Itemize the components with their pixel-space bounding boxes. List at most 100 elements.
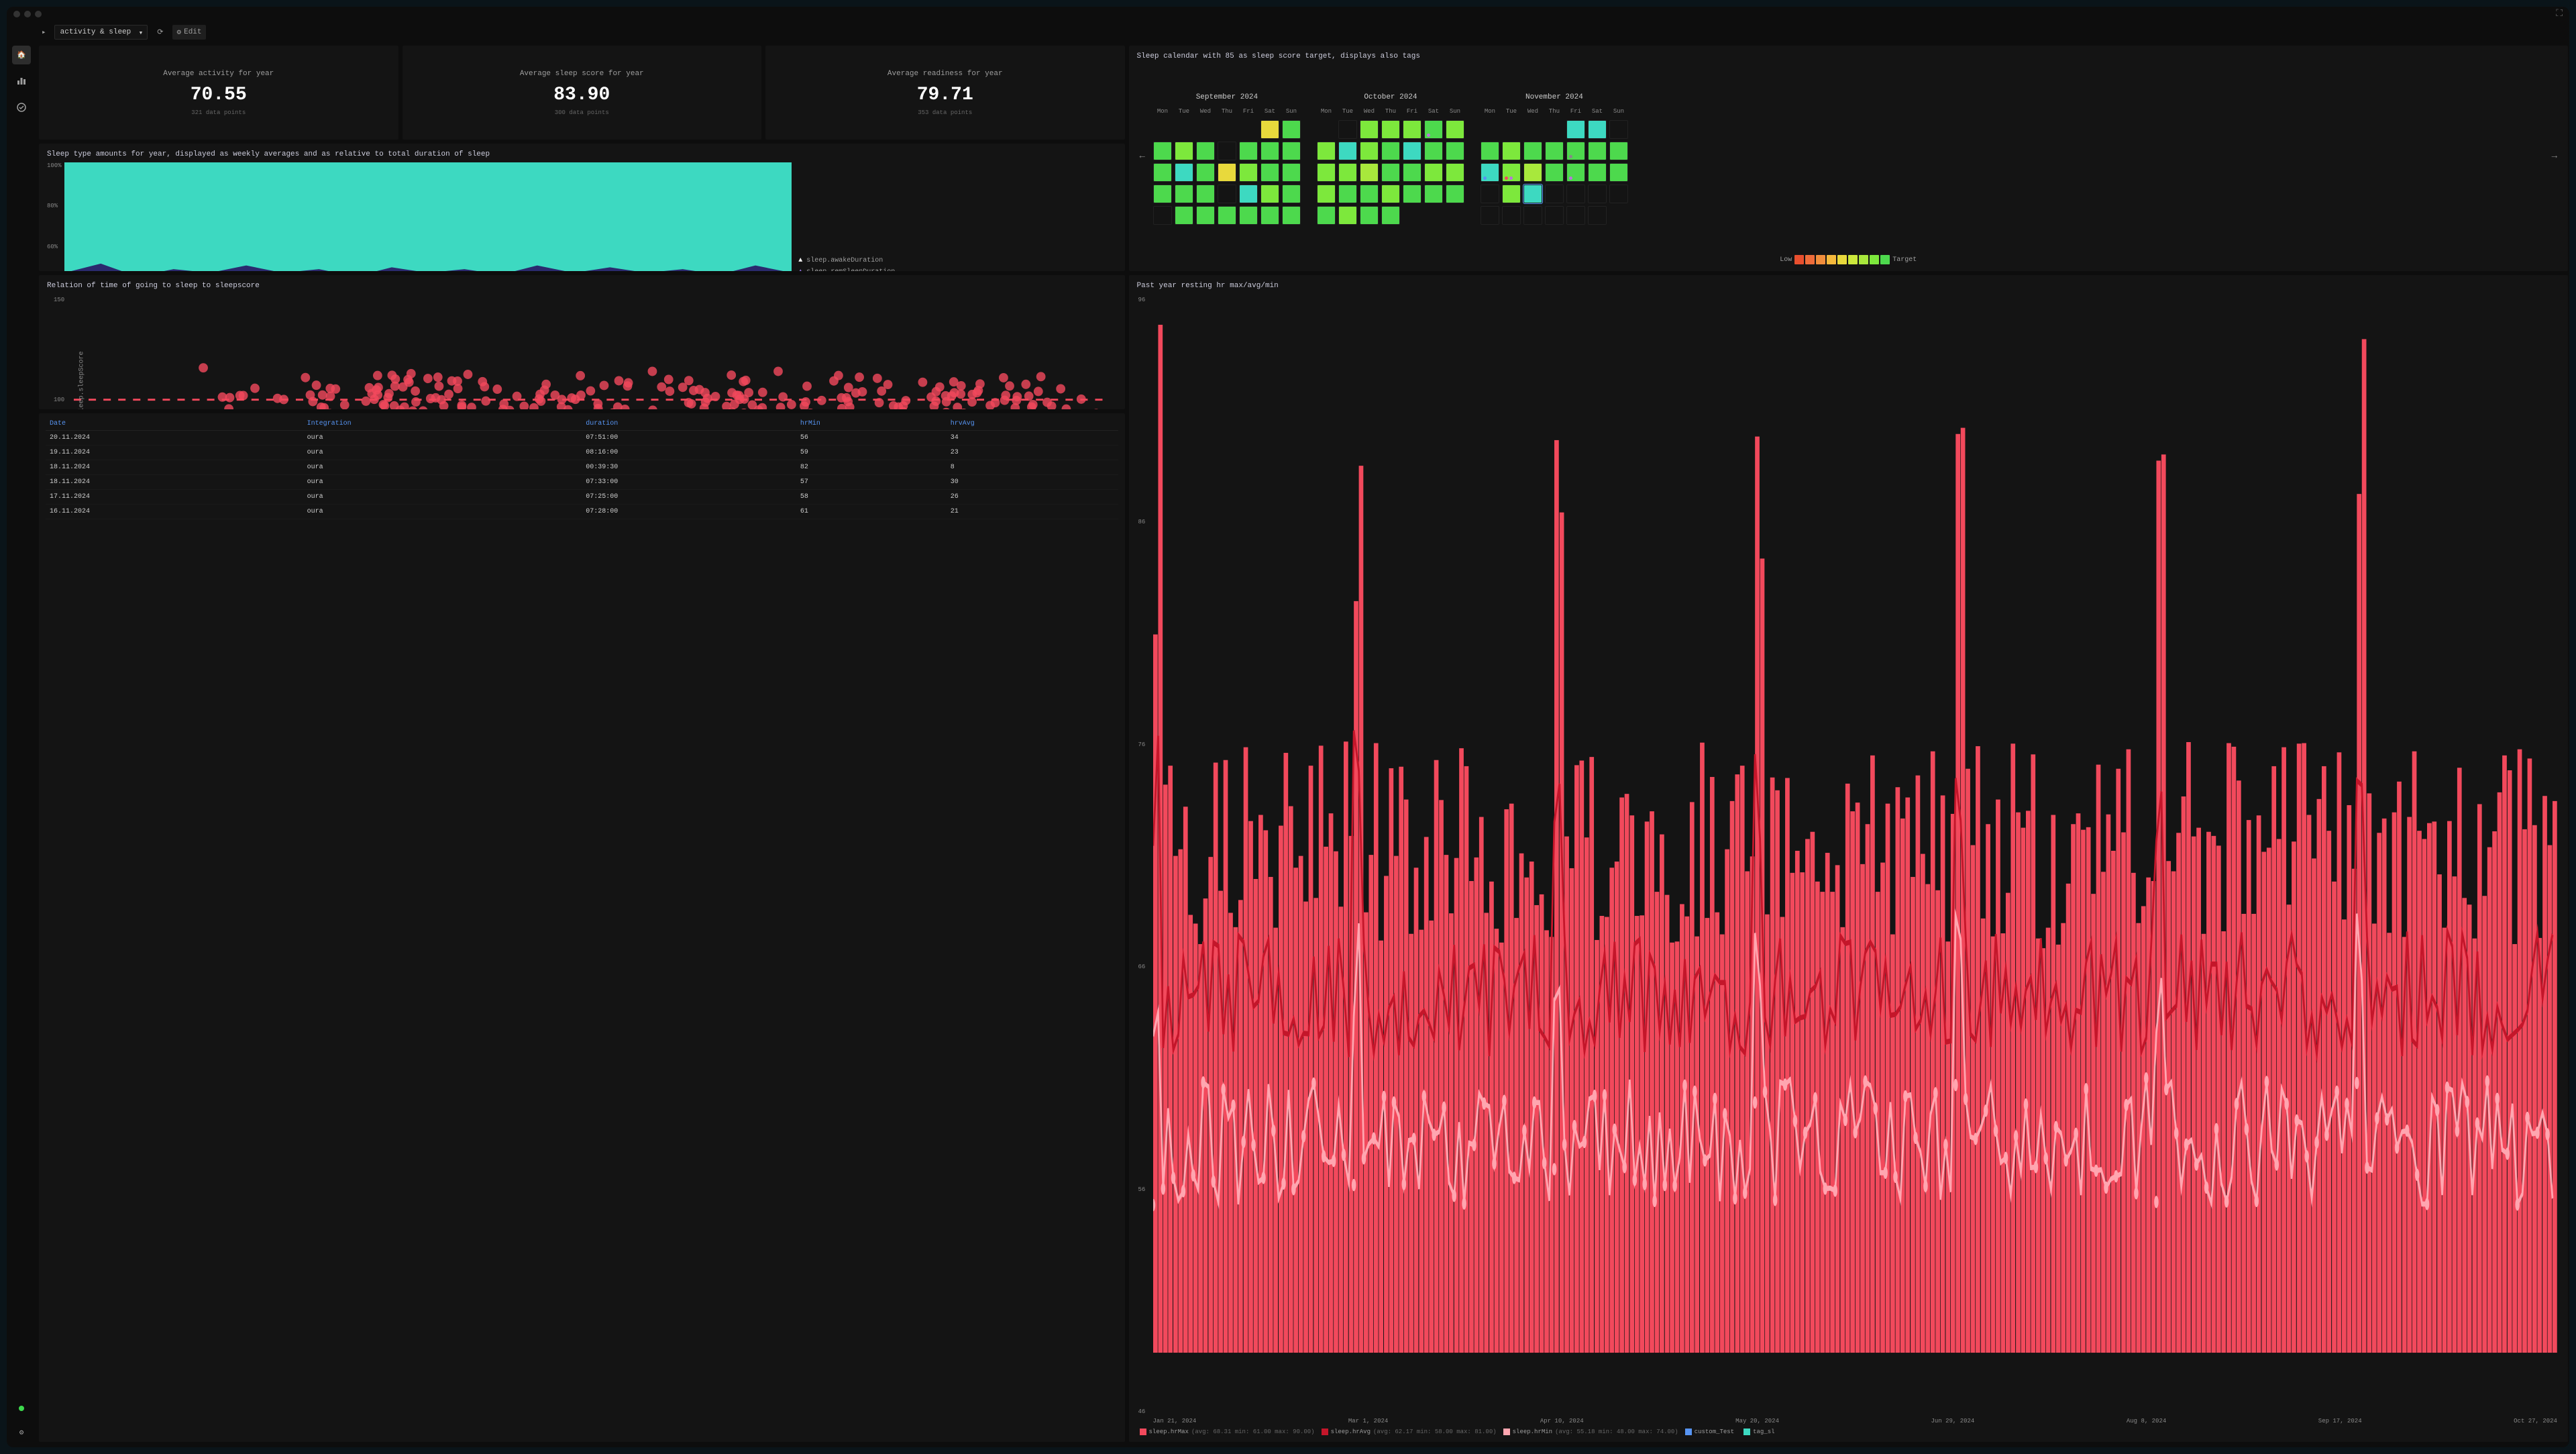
- calendar-day[interactable]: [1282, 185, 1301, 203]
- stat-panel[interactable]: Average readiness for year 79.71 353 dat…: [765, 46, 1125, 140]
- calendar-day[interactable]: [1260, 120, 1279, 139]
- hr-legend-item[interactable]: sleep.hrMax (avg: 68.31 min: 61.00 max: …: [1140, 1429, 1315, 1435]
- calendar-day[interactable]: [1153, 142, 1172, 160]
- calendar-day[interactable]: [1481, 163, 1499, 182]
- calendar-day[interactable]: [1588, 206, 1607, 225]
- maximize-window-icon[interactable]: [35, 11, 42, 17]
- table-row[interactable]: 17.11.2024oura07:25:005826: [46, 490, 1118, 505]
- calendar-day[interactable]: [1317, 163, 1336, 182]
- edit-button[interactable]: ⚙ Edit: [172, 25, 205, 40]
- calendar-day[interactable]: [1609, 163, 1628, 182]
- calendar-day[interactable]: [1282, 163, 1301, 182]
- dashboard-select[interactable]: activity & sleep: [54, 25, 148, 40]
- calendar-day[interactable]: [1566, 120, 1585, 139]
- hr-legend-item[interactable]: sleep.hrAvg (avg: 62.17 min: 58.00 max: …: [1322, 1429, 1497, 1435]
- table-header[interactable]: duration: [582, 417, 796, 431]
- calendar-day[interactable]: [1260, 185, 1279, 203]
- area-chart[interactable]: [64, 162, 792, 271]
- calendar-day[interactable]: [1609, 185, 1628, 203]
- calendar-day[interactable]: [1260, 206, 1279, 225]
- stat-panel[interactable]: Average sleep score for year 83.90 300 d…: [402, 46, 762, 140]
- calendar-day[interactable]: [1523, 142, 1542, 160]
- calendar-day[interactable]: [1523, 185, 1542, 203]
- calendar-day[interactable]: [1566, 142, 1585, 160]
- calendar-day[interactable]: [1566, 185, 1585, 203]
- calendar-day[interactable]: [1338, 142, 1357, 160]
- hr-legend-item[interactable]: custom_Test: [1685, 1429, 1737, 1435]
- calendar-day[interactable]: [1282, 142, 1301, 160]
- calendar-day[interactable]: [1175, 163, 1193, 182]
- table-header[interactable]: Date: [46, 417, 303, 431]
- calendar-day[interactable]: [1545, 163, 1564, 182]
- calendar-day[interactable]: [1588, 185, 1607, 203]
- calendar-day[interactable]: [1381, 185, 1400, 203]
- calendar-day[interactable]: [1218, 185, 1236, 203]
- calendar-day[interactable]: [1260, 142, 1279, 160]
- calendar-day[interactable]: [1153, 206, 1172, 225]
- calendar-day[interactable]: [1588, 120, 1607, 139]
- table-row[interactable]: 18.11.2024oura07:33:005730: [46, 475, 1118, 490]
- calendar-day[interactable]: [1196, 185, 1215, 203]
- sidebar-check[interactable]: [12, 99, 31, 118]
- sidebar-settings[interactable]: ⚙: [12, 1423, 31, 1442]
- calendar-day[interactable]: [1545, 206, 1564, 225]
- calendar-day[interactable]: [1481, 142, 1499, 160]
- calendar-day[interactable]: [1588, 163, 1607, 182]
- fullscreen-icon[interactable]: ⛶: [2556, 9, 2563, 19]
- calendar-day[interactable]: [1153, 163, 1172, 182]
- calendar-day[interactable]: [1481, 206, 1499, 225]
- calendar-day[interactable]: [1338, 185, 1357, 203]
- calendar-day[interactable]: [1502, 185, 1521, 203]
- calendar-day[interactable]: [1424, 120, 1443, 139]
- calendar-day[interactable]: [1175, 142, 1193, 160]
- calendar-day[interactable]: [1424, 163, 1443, 182]
- calendar-next-button[interactable]: →: [2549, 151, 2560, 162]
- calendar-day[interactable]: [1260, 163, 1279, 182]
- calendar-day[interactable]: [1239, 142, 1258, 160]
- calendar-day[interactable]: [1381, 142, 1400, 160]
- calendar-day[interactable]: [1481, 185, 1499, 203]
- refresh-button[interactable]: ⟳: [153, 25, 167, 40]
- calendar-day[interactable]: [1175, 185, 1193, 203]
- calendar-day[interactable]: [1317, 206, 1336, 225]
- hr-chart[interactable]: [1153, 297, 2557, 1424]
- calendar-day[interactable]: [1446, 163, 1464, 182]
- calendar-day[interactable]: [1360, 163, 1379, 182]
- calendar-day[interactable]: [1502, 142, 1521, 160]
- table-row[interactable]: 19.11.2024oura08:16:005923: [46, 446, 1118, 460]
- calendar-day[interactable]: [1609, 120, 1628, 139]
- calendar-day[interactable]: [1196, 142, 1215, 160]
- calendar-day[interactable]: [1424, 142, 1443, 160]
- table-row[interactable]: 16.11.2024oura07:28:006121: [46, 505, 1118, 519]
- toggle-sidebar-icon[interactable]: ▸: [39, 25, 49, 40]
- calendar-day[interactable]: [1446, 185, 1464, 203]
- calendar-day[interactable]: [1360, 206, 1379, 225]
- calendar-day[interactable]: [1381, 163, 1400, 182]
- scatter-chart[interactable]: [74, 297, 1110, 409]
- calendar-day[interactable]: [1317, 142, 1336, 160]
- minimize-window-icon[interactable]: [24, 11, 31, 17]
- hr-legend-item[interactable]: sleep.hrMin (avg: 55.18 min: 48.00 max: …: [1503, 1429, 1678, 1435]
- close-window-icon[interactable]: [13, 11, 20, 17]
- calendar-day[interactable]: [1545, 142, 1564, 160]
- calendar-day[interactable]: [1523, 163, 1542, 182]
- calendar-day[interactable]: [1360, 142, 1379, 160]
- calendar-day[interactable]: [1502, 163, 1521, 182]
- calendar-day[interactable]: [1282, 120, 1301, 139]
- calendar-day[interactable]: [1523, 206, 1542, 225]
- calendar-day[interactable]: [1360, 120, 1379, 139]
- calendar-day[interactable]: [1338, 206, 1357, 225]
- calendar-day[interactable]: [1566, 163, 1585, 182]
- calendar-day[interactable]: [1424, 185, 1443, 203]
- sidebar-stats[interactable]: [12, 72, 31, 91]
- calendar-day[interactable]: [1239, 206, 1258, 225]
- calendar-day[interactable]: [1403, 120, 1421, 139]
- calendar-day[interactable]: [1239, 163, 1258, 182]
- calendar-day[interactable]: [1218, 163, 1236, 182]
- calendar-day[interactable]: [1153, 185, 1172, 203]
- calendar-day[interactable]: [1175, 206, 1193, 225]
- calendar-day[interactable]: [1282, 206, 1301, 225]
- calendar-day[interactable]: [1446, 142, 1464, 160]
- calendar-day[interactable]: [1196, 206, 1215, 225]
- calendar-day[interactable]: [1218, 142, 1236, 160]
